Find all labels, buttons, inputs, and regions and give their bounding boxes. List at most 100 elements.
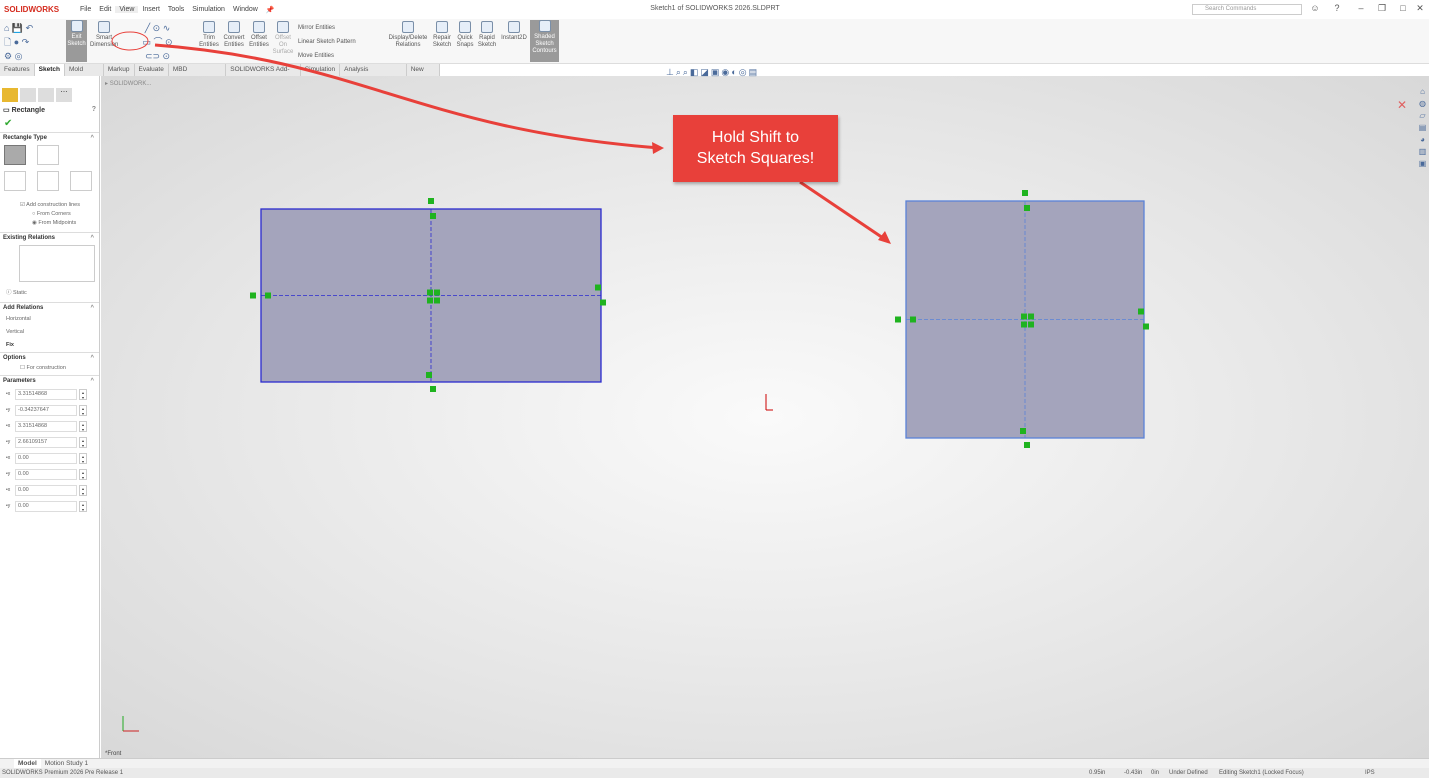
- feature-manager-tab[interactable]: [2, 88, 18, 102]
- search-commands-input[interactable]: Search Commands: [1192, 4, 1302, 15]
- units-selector[interactable]: IPS: [1365, 768, 1375, 778]
- existing-relations-header[interactable]: Existing Relations: [0, 232, 99, 243]
- parameters-header[interactable]: Parameters: [0, 375, 99, 386]
- param-spinner[interactable]: ▴ ▾: [79, 500, 87, 512]
- param-field[interactable]: 0.00: [15, 468, 77, 480]
- sketch-point: [426, 372, 432, 378]
- param-spinner[interactable]: ▴ ▾: [79, 484, 87, 496]
- menu-insert[interactable]: Insert: [138, 6, 164, 13]
- param-field[interactable]: 0.00: [15, 452, 77, 464]
- from-midpoints-radio[interactable]: ◉ From Midpoints: [20, 219, 99, 228]
- param-spinner[interactable]: ▴ ▾: [79, 388, 87, 400]
- add-relations-header[interactable]: Add Relations: [0, 302, 99, 313]
- param-spinner[interactable]: ▴ ▾: [79, 452, 87, 464]
- bottom-tabs: Model Motion Study 1: [0, 758, 1429, 768]
- tab-simulation[interactable]: Simulation: [301, 64, 341, 76]
- sketch-point: [428, 198, 434, 204]
- menu-file[interactable]: File: [76, 6, 95, 13]
- more-tabs[interactable]: ⋯: [56, 88, 72, 102]
- sketch-point: [430, 213, 436, 219]
- param-field[interactable]: -0.34237647: [15, 404, 77, 416]
- exit-sketch-button[interactable]: Exit Sketch: [66, 20, 87, 62]
- user-icon[interactable]: ☺: [1308, 3, 1322, 15]
- convert-entities-button[interactable]: Convert Entities: [222, 21, 246, 49]
- for-construction-checkbox[interactable]: ☐ For construction: [0, 363, 99, 375]
- close-icon[interactable]: ✕: [1413, 3, 1427, 15]
- minimize-icon[interactable]: –: [1354, 3, 1368, 15]
- options-header[interactable]: Options: [0, 352, 99, 363]
- product-name: SOLIDWORKS Premium 2026 Pre Release 1: [2, 770, 124, 776]
- smart-dimension-button[interactable]: Smart Dimension: [90, 21, 118, 49]
- trim-entities-button[interactable]: Trim Entities: [198, 21, 220, 49]
- help-icon[interactable]: ?: [1330, 3, 1344, 15]
- maximize-icon[interactable]: □: [1396, 3, 1410, 15]
- sketch-point: [1020, 428, 1026, 434]
- menu-tools[interactable]: Tools: [164, 6, 188, 13]
- vertical-relation[interactable]: Vertical: [6, 326, 99, 339]
- tab-new-tab[interactable]: New Tab: [407, 64, 440, 85]
- quick-snaps-button[interactable]: Quick Snaps: [455, 21, 475, 49]
- property-manager-tab[interactable]: [20, 88, 36, 102]
- display-delete-relations-button[interactable]: Display/Delete Relations: [388, 21, 428, 49]
- param-field[interactable]: 3.31514868: [15, 420, 77, 432]
- param-field[interactable]: 2.66109157: [15, 436, 77, 448]
- mirror-entities-button[interactable]: Mirror Entities: [298, 21, 383, 35]
- param-field[interactable]: 0.00: [15, 484, 77, 496]
- document-title: Sketch1 of SOLIDWORKS 2026.SLDPRT: [650, 5, 780, 12]
- 3point-center-rectangle-icon[interactable]: [37, 171, 59, 191]
- tab-features[interactable]: Features: [0, 64, 35, 76]
- restore-icon[interactable]: ❐: [1375, 3, 1389, 15]
- menu-view[interactable]: View: [115, 6, 139, 13]
- instant2d-button[interactable]: Instant2D: [499, 21, 529, 42]
- menu-window[interactable]: Window: [229, 6, 262, 13]
- rectangle-icon: ▭: [3, 107, 12, 114]
- fix-relation[interactable]: Fix: [6, 339, 99, 352]
- horizontal-relation[interactable]: Horizontal: [6, 313, 99, 326]
- corner-rectangle-icon[interactable]: [4, 145, 26, 165]
- sketch-point: [434, 289, 440, 296]
- param-spinner[interactable]: ▴ ▾: [79, 420, 87, 432]
- quick-access-icons[interactable]: ⌂ 💾 ↶ 🗋 ● ↷ ⚙ ◎: [4, 21, 64, 63]
- rapid-sketch-button[interactable]: Rapid Sketch: [477, 21, 497, 49]
- linear-pattern-button[interactable]: Linear Sketch Pattern: [298, 35, 383, 49]
- ok-check-icon[interactable]: ✔: [0, 118, 99, 132]
- tab-mold-tools[interactable]: Mold Tools: [65, 64, 104, 85]
- offset-on-surface-button[interactable]: Offset On Surface: [272, 21, 294, 56]
- help-icon[interactable]: ?: [92, 106, 96, 113]
- pin-icon[interactable]: 📌: [262, 6, 279, 14]
- tab-sketch[interactable]: Sketch: [34, 64, 65, 76]
- triad-icon: [122, 716, 139, 732]
- 3point-corner-rectangle-icon[interactable]: [4, 171, 26, 191]
- configuration-manager-tab[interactable]: [38, 88, 54, 102]
- param-spinner[interactable]: ▴ ▾: [79, 404, 87, 416]
- tab-markup[interactable]: Markup: [104, 64, 135, 76]
- menu-edit[interactable]: Edit: [95, 6, 115, 13]
- center-rectangle-icon[interactable]: [37, 145, 59, 165]
- move-entities-button[interactable]: Move Entities: [298, 49, 383, 63]
- shaded-sketch-contours-button[interactable]: Shaded Sketch Contours: [530, 20, 559, 62]
- tab-mbd-dimensions[interactable]: MBD Dimensions: [169, 64, 227, 85]
- param-spinner[interactable]: ▴ ▾: [79, 436, 87, 448]
- menu-simulation[interactable]: Simulation: [188, 6, 229, 13]
- panel-title: ▭ Rectangle?: [3, 106, 96, 114]
- repair-sketch-button[interactable]: Repair Sketch: [431, 21, 453, 49]
- sketch-point: [430, 386, 436, 392]
- tab-evaluate[interactable]: Evaluate: [135, 64, 169, 76]
- from-corners-radio[interactable]: ○ From Corners: [20, 210, 99, 219]
- sketch-entity-tools[interactable]: ╱ ⊙ ∿ ▭ ⌒ ⊙ ⊂⊃ ⊙: [120, 21, 195, 63]
- existing-relations-list[interactable]: [19, 245, 95, 282]
- tab-addins[interactable]: SOLIDWORKS Add-Ins: [226, 64, 301, 85]
- tab-analysis-preparation[interactable]: Analysis Preparation: [340, 64, 407, 85]
- offset-entities-button[interactable]: Offset Entities: [248, 21, 270, 49]
- param-field[interactable]: 3.31514868: [15, 388, 77, 400]
- rectangle-type-options: [0, 143, 99, 201]
- tab-motion-study[interactable]: Motion Study 1: [41, 759, 92, 768]
- rapid-sketch-icon: [481, 21, 493, 33]
- param-field[interactable]: 0.00: [15, 500, 77, 512]
- add-construction-checkbox[interactable]: ☑ Add construction lines: [20, 201, 99, 210]
- rectangle-type-header[interactable]: Rectangle Type: [0, 132, 99, 143]
- solidworks-logo: SOLIDWORKS: [4, 5, 60, 14]
- tab-model[interactable]: Model: [14, 759, 41, 768]
- parallelogram-icon[interactable]: [70, 171, 92, 191]
- param-spinner[interactable]: ▴ ▾: [79, 468, 87, 480]
